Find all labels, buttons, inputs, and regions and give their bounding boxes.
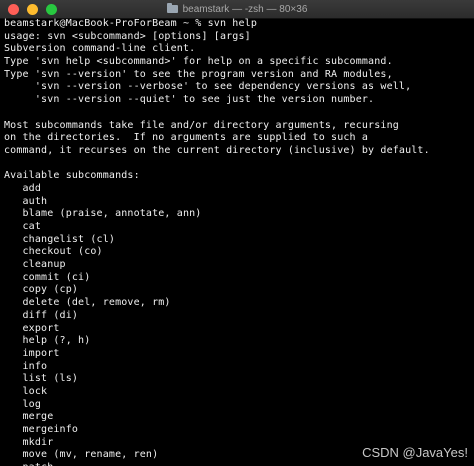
subcommand-item: info [4, 360, 48, 372]
output-line: command, it recurses on the current dire… [4, 144, 430, 156]
output-line: 'svn --version --quiet' to see just the … [4, 94, 375, 106]
subcommand-item: auth [4, 195, 48, 207]
prompt-line: beamstark@MacBook-ProForBeam ~ % svn hel… [4, 18, 257, 29]
csdn-watermark: CSDN @JavaYes! [362, 445, 468, 460]
subcommand-item: list (ls) [4, 373, 79, 385]
subcommand-item: lock [4, 385, 48, 397]
terminal-window: beamstark — -zsh — 80×36 beamstark@MacBo… [0, 0, 474, 466]
subcommand-item: checkout (co) [4, 246, 103, 258]
subcommand-item: copy (cp) [4, 284, 79, 296]
subcommand-item: changelist (cl) [4, 233, 116, 245]
subcommand-item: cleanup [4, 259, 66, 271]
subcommand-item: cat [4, 221, 42, 232]
subcommand-item: patch [4, 462, 474, 466]
window-title-group: beamstark — -zsh — 80×36 [0, 0, 474, 18]
subcommand-item: delete (del, remove, rm) [4, 297, 171, 309]
output-line: on the directories. If no arguments are … [4, 132, 369, 144]
subcommand-item: blame (praise, annotate, ann) [4, 208, 202, 220]
subcommands-heading: Available subcommands: [4, 170, 140, 182]
title-bar: beamstark — -zsh — 80×36 [0, 0, 474, 19]
subcommand-item: diff (di) [4, 309, 79, 321]
subcommand-item: import [4, 347, 60, 359]
usage-line: usage: svn <subcommand> [options] [args] [4, 30, 251, 42]
terminal-output[interactable]: beamstark@MacBook-ProForBeam ~ % svn hel… [4, 18, 474, 466]
output-line: Type 'svn --version' to see the program … [4, 68, 393, 80]
output-line: Type 'svn help <subcommand>' for help on… [4, 56, 393, 68]
subcommand-item: add [4, 182, 42, 194]
subcommand-item: commit (ci) [4, 271, 91, 283]
output-line: Subversion command-line client. [4, 43, 196, 55]
window-title: beamstark — -zsh — 80×36 [182, 3, 308, 15]
subcommand-item: log [4, 398, 42, 410]
subcommand-item: help (?, h) [4, 335, 91, 347]
subcommand-item: merge [4, 411, 54, 423]
output-line: Most subcommands take file and/or direct… [4, 119, 399, 131]
subcommand-item: mergeinfo [4, 424, 79, 435]
output-line: 'svn --version --verbose' to see depende… [4, 81, 412, 93]
folder-icon [166, 3, 178, 13]
subcommand-item: export [4, 322, 60, 334]
